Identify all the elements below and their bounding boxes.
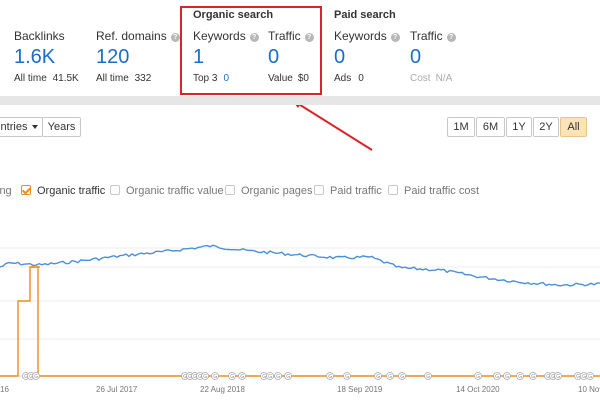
years-button[interactable]: Years (42, 117, 81, 137)
svg-text:G: G (582, 374, 586, 380)
checkbox-icon[interactable] (314, 185, 324, 195)
g-marker-icon[interactable]: G (516, 372, 524, 381)
svg-text:G: G (505, 374, 509, 380)
x-axis: 16 26 Jul 2017 22 Aug 2018 18 Sep 2019 1… (0, 385, 600, 394)
backlinks-all-time: All time 41.5K (14, 73, 79, 84)
help-icon[interactable]: ? (170, 33, 180, 42)
chevron-down-icon (32, 125, 39, 129)
range-1m-button[interactable]: 1M (447, 117, 475, 137)
legend-item-paid-traffic[interactable]: Paid traffic (314, 185, 382, 197)
range-6m-button[interactable]: 6M (476, 117, 505, 137)
organic-search-highlight (180, 6, 322, 95)
g-marker-icon[interactable]: G (493, 372, 501, 381)
g-marker-icon[interactable]: G (586, 372, 594, 381)
x-tick-label: 10 Nov (578, 385, 600, 394)
g-marker-icon[interactable]: G (386, 372, 394, 381)
section-divider (0, 96, 600, 105)
legend-item-organic-pages[interactable]: Organic pages (225, 185, 313, 197)
g-marker-icon[interactable]: G (424, 372, 432, 381)
ref-domains-value[interactable]: 120 (96, 46, 129, 69)
svg-text:G: G (576, 374, 580, 380)
svg-text:G: G (495, 374, 499, 380)
svg-text:G: G (203, 374, 207, 380)
g-marker-icon[interactable]: G (503, 372, 511, 381)
paid-traffic-label: Traffic? (410, 29, 456, 43)
range-all-button[interactable]: All (560, 117, 587, 137)
g-marker-icon[interactable]: G (554, 372, 562, 381)
svg-text:G: G (426, 374, 430, 380)
svg-text:G: G (588, 374, 592, 380)
organic-keywords-series (0, 244, 600, 287)
ref-domains-all-time: All time 332 (96, 73, 152, 84)
x-tick-label: 26 Jul 2017 (96, 385, 138, 394)
paid-cost: Cost N/A (410, 73, 453, 84)
g-marker-icon[interactable]: G (201, 372, 209, 381)
x-tick-label: 22 Aug 2018 (200, 385, 245, 394)
svg-text:G: G (400, 374, 404, 380)
svg-text:G: G (213, 374, 217, 380)
ref-domains-label: Ref. domains? (96, 29, 180, 43)
svg-text:G: G (476, 374, 480, 380)
g-marker-icon[interactable]: G (238, 372, 246, 381)
x-tick-label: 18 Sep 2019 (337, 385, 383, 394)
paid-keywords-value[interactable]: 0 (334, 46, 345, 69)
range-2y-button[interactable]: 2Y (533, 117, 559, 137)
g-marker-icon[interactable]: G (32, 372, 40, 381)
x-tick-label: 16 (0, 385, 9, 394)
svg-text:G: G (286, 374, 290, 380)
svg-text:G: G (268, 374, 272, 380)
legend-item-partial[interactable]: ing (0, 185, 12, 197)
traffic-chart: GGGGGGGGGGGGGGGGGGGGGGGGGGGGGGGG 16 26 J… (0, 244, 600, 394)
g-marker-icon[interactable]: G (343, 372, 351, 381)
paid-ads: Ads 0 (334, 73, 364, 84)
svg-text:G: G (230, 374, 234, 380)
help-icon[interactable]: ? (446, 33, 456, 42)
backlinks-label: Backlinks (14, 29, 65, 43)
g-marker-icon[interactable]: G (266, 372, 274, 381)
svg-text:G: G (388, 374, 392, 380)
g-marker-icon[interactable]: G (398, 372, 406, 381)
x-tick-label: 14 Oct 2020 (456, 385, 500, 394)
svg-text:G: G (34, 374, 38, 380)
svg-text:G: G (556, 374, 560, 380)
checkbox-icon[interactable] (388, 185, 398, 195)
range-1y-button[interactable]: 1Y (506, 117, 532, 137)
chart-grid (0, 247, 600, 377)
svg-text:G: G (240, 374, 244, 380)
svg-text:G: G (531, 374, 535, 380)
checkbox-icon[interactable] (21, 185, 31, 195)
paid-search-title: Paid search (334, 9, 396, 21)
g-marker-icon[interactable]: G (284, 372, 292, 381)
svg-text:G: G (518, 374, 522, 380)
legend-item-organic-traffic-value[interactable]: Organic traffic value (110, 185, 224, 197)
g-marker-icon[interactable]: G (211, 372, 219, 381)
svg-text:G: G (376, 374, 380, 380)
legend-item-organic-traffic[interactable]: Organic traffic (21, 185, 105, 197)
svg-text:G: G (345, 374, 349, 380)
g-marker-icon[interactable]: G (374, 372, 382, 381)
countries-dropdown[interactable]: ntries (0, 117, 43, 137)
checkbox-icon[interactable] (110, 185, 120, 195)
g-marker-icon[interactable]: G (326, 372, 334, 381)
legend-item-paid-traffic-cost[interactable]: Paid traffic cost (388, 185, 479, 197)
paid-keywords-label: Keywords? (334, 29, 400, 43)
svg-text:G: G (262, 374, 266, 380)
g-marker-icon[interactable]: G (274, 372, 282, 381)
paid-traffic-value[interactable]: 0 (410, 46, 421, 69)
g-marker-icon[interactable]: G (529, 372, 537, 381)
g-marker-icon[interactable]: G (474, 372, 482, 381)
help-icon[interactable]: ? (390, 33, 400, 42)
g-marker-icon[interactable]: G (228, 372, 236, 381)
checkbox-icon[interactable] (225, 185, 235, 195)
organic-traffic-series (0, 266, 600, 377)
svg-text:G: G (276, 374, 280, 380)
backlinks-value[interactable]: 1.6K (14, 46, 55, 69)
svg-text:G: G (328, 374, 332, 380)
